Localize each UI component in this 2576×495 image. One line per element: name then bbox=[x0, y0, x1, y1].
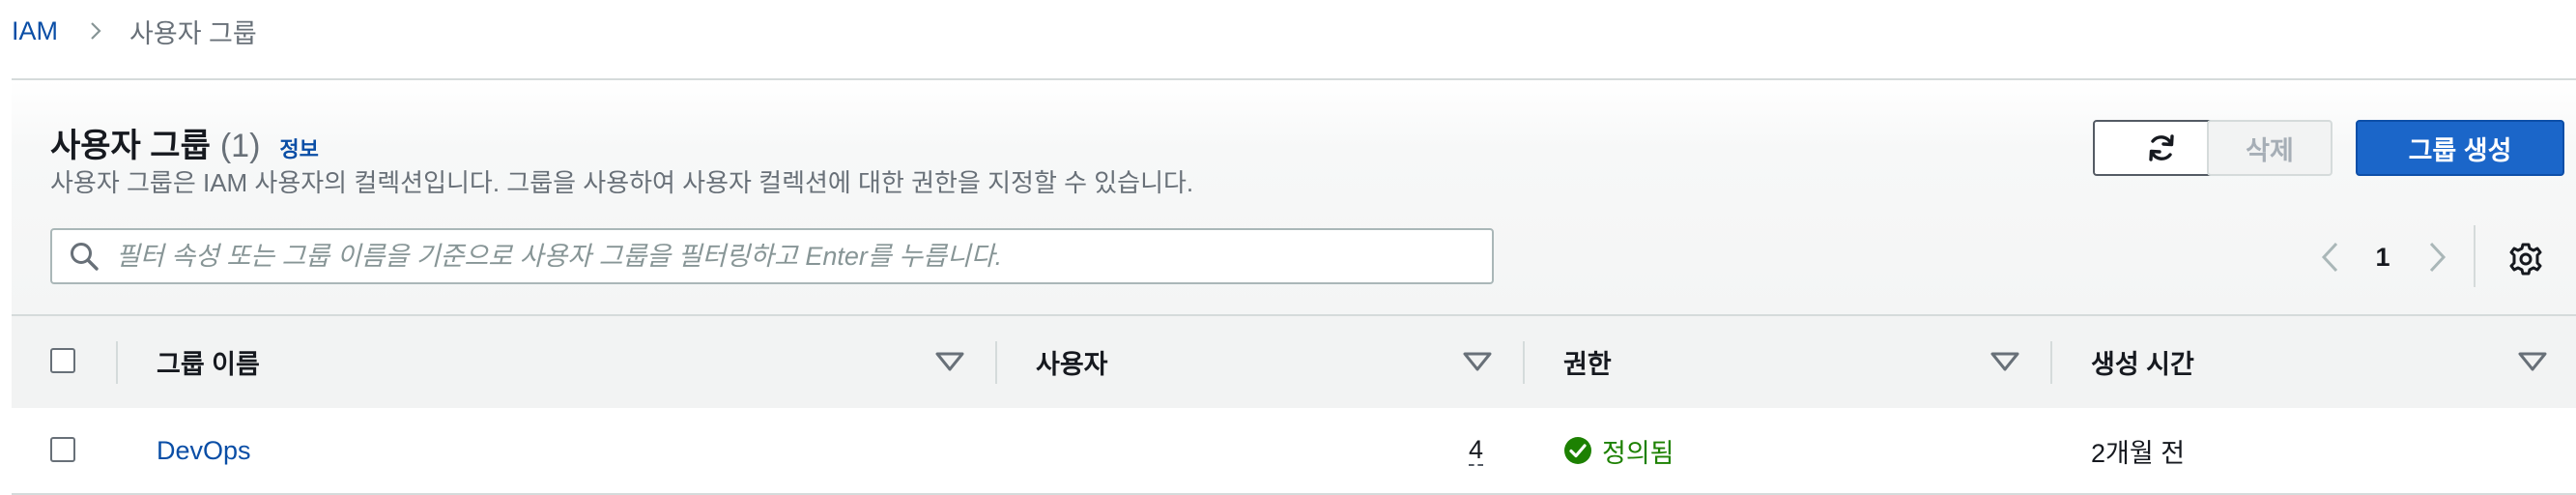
row-checkbox[interactable] bbox=[50, 437, 75, 462]
previous-page-button[interactable] bbox=[2311, 229, 2350, 285]
column-divider bbox=[116, 341, 118, 384]
group-count: (1) bbox=[219, 128, 261, 164]
sort-icon[interactable] bbox=[1989, 348, 2021, 377]
check-circle-icon bbox=[1563, 436, 1592, 465]
table-row: DevOps 4 정의됨 2개월 전 bbox=[12, 408, 2576, 495]
column-divider bbox=[2050, 341, 2052, 384]
next-page-button[interactable] bbox=[2418, 229, 2456, 285]
user-groups-panel: 사용자 그룹 (1) 정보 사용자 그룹은 IAM 사용자의 컬렉션입니다. 그… bbox=[12, 78, 2576, 495]
info-link[interactable]: 정보 bbox=[279, 132, 318, 163]
create-group-button[interactable]: 그룹 생성 bbox=[2356, 120, 2564, 176]
page-description: 사용자 그룹은 IAM 사용자의 컬렉션입니다. 그룹을 사용하여 사용자 컬렉… bbox=[50, 168, 1194, 197]
refresh-icon bbox=[2145, 131, 2178, 164]
delete-button[interactable]: 삭제 bbox=[2207, 120, 2333, 176]
permissions-status: 정의됨 bbox=[1563, 432, 1674, 470]
column-divider bbox=[1523, 341, 1525, 384]
sort-icon[interactable] bbox=[933, 348, 966, 377]
table-settings-button[interactable] bbox=[2506, 240, 2545, 278]
current-page-number[interactable]: 1 bbox=[2365, 229, 2400, 285]
column-divider bbox=[995, 341, 997, 384]
chevron-left-icon bbox=[2319, 240, 2342, 275]
group-name-link[interactable]: DevOps bbox=[157, 436, 251, 466]
table-header: 그룹 이름 사용자 권한 생성 시간 bbox=[12, 314, 2576, 410]
column-header-users[interactable]: 사용자 bbox=[1036, 316, 1108, 408]
chevron-right-icon bbox=[2425, 240, 2448, 275]
column-header-group-name[interactable]: 그룹 이름 bbox=[157, 316, 260, 408]
pagination-divider bbox=[2474, 225, 2476, 287]
breadcrumb-iam-link[interactable]: IAM bbox=[12, 16, 58, 46]
permissions-label: 정의됨 bbox=[1602, 438, 1674, 468]
search-icon bbox=[68, 240, 100, 273]
breadcrumb: IAM 사용자 그룹 bbox=[12, 14, 257, 48]
column-header-created[interactable]: 생성 시간 bbox=[2091, 316, 2194, 408]
sort-icon[interactable] bbox=[2516, 348, 2549, 377]
chevron-right-icon bbox=[85, 20, 106, 42]
select-all-checkbox[interactable] bbox=[50, 348, 75, 373]
gear-icon bbox=[2506, 240, 2545, 278]
search-input[interactable] bbox=[114, 240, 1492, 273]
sort-icon[interactable] bbox=[1461, 348, 1494, 377]
page-title: 사용자 그룹 bbox=[50, 128, 211, 164]
search-field[interactable] bbox=[50, 228, 1494, 284]
column-header-permissions[interactable]: 권한 bbox=[1563, 316, 1612, 408]
user-count[interactable]: 4 bbox=[1469, 435, 1484, 466]
breadcrumb-current: 사용자 그룹 bbox=[129, 18, 257, 48]
page-header: 사용자 그룹 (1) 정보 bbox=[50, 119, 319, 166]
created-time: 2개월 전 bbox=[2091, 438, 2186, 468]
